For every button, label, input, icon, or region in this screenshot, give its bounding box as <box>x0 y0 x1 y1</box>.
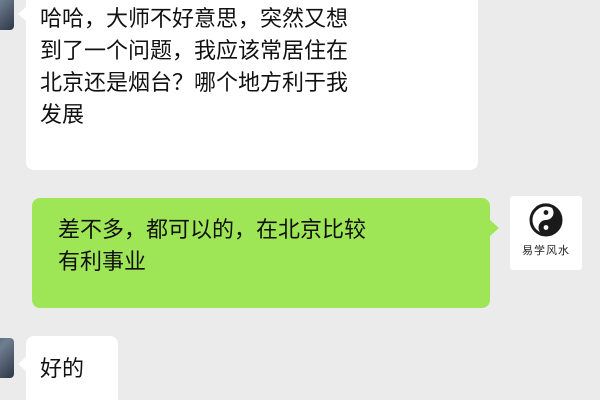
message-line: 有利事业 <box>58 250 147 275</box>
message-line: 哈哈，大师不好意思，突然又想 <box>40 7 349 32</box>
message-line: 差不多，都可以的，在北京比较 <box>58 218 367 243</box>
chat-window: 哈哈，大师不好意思，突然又想 到了一个问题，我应该常居住在 北京还是烟台？哪个地… <box>0 0 600 400</box>
message-line: 发展 <box>40 103 85 128</box>
message-line: 到了一个问题，我应该常居住在 <box>40 39 349 64</box>
logo-caption: 易学风水 <box>522 244 570 257</box>
user-avatar[interactable]: 易学风水 <box>510 196 582 270</box>
message-bubble-outgoing[interactable]: 差不多，都可以的，在北京比较 有利事业 <box>32 198 499 308</box>
contact-avatar[interactable] <box>0 338 14 378</box>
message-bubble-incoming[interactable]: 哈哈，大师不好意思，突然又想 到了一个问题，我应该常居住在 北京还是烟台？哪个地… <box>18 0 478 170</box>
message-line: 好的 <box>40 357 85 382</box>
message-bubble-incoming[interactable]: 好的 <box>18 336 118 400</box>
yin-yang-brush-icon <box>529 203 563 237</box>
contact-avatar[interactable] <box>0 0 14 30</box>
message-line: 北京还是烟台？哪个地方利于我 <box>40 71 349 96</box>
